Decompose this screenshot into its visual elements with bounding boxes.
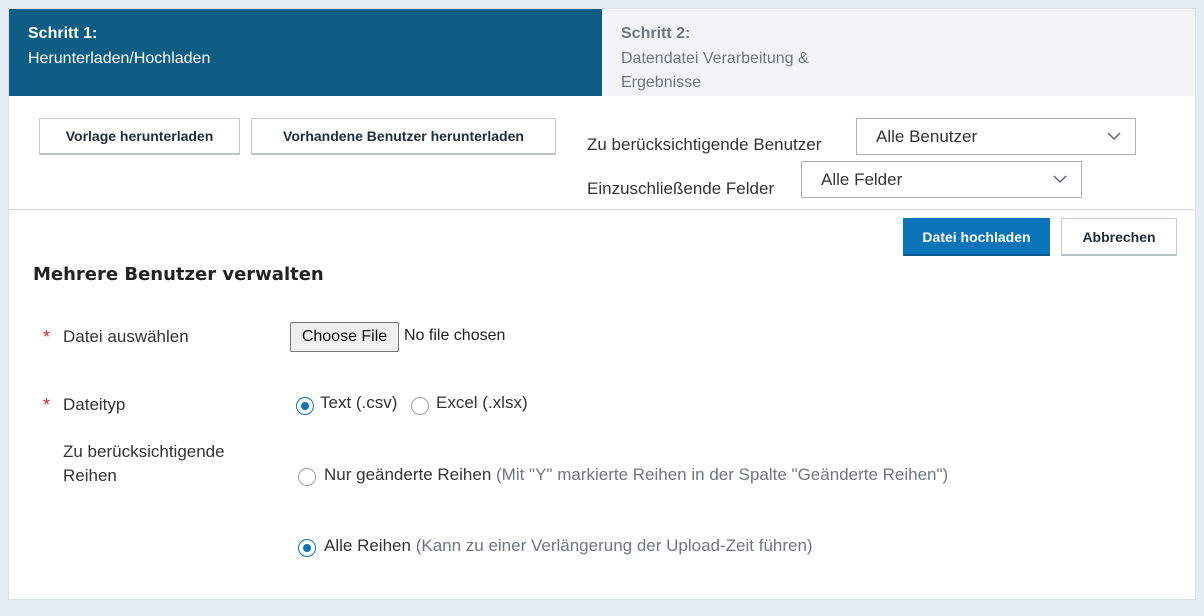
rows-all-label: Alle Reihen xyxy=(324,536,411,555)
step-1-tab[interactable]: Schritt 1: Herunterladen/Hochladen xyxy=(9,9,602,96)
file-type-xlsx-label[interactable]: Excel (.xlsx) xyxy=(436,393,528,413)
file-status-text: No file chosen xyxy=(404,327,506,344)
users-filter-value: Alle Benutzer xyxy=(876,127,978,146)
rows-changed-label: Nur geänderte Reihen xyxy=(324,465,492,484)
bulk-user-manager-panel: Schritt 1: Herunterladen/Hochladen Schri… xyxy=(8,8,1196,600)
rows-changed-radio[interactable] xyxy=(298,468,316,486)
download-template-button[interactable]: Vorlage herunterladen xyxy=(39,118,240,155)
users-filter-select[interactable]: Alle Benutzer xyxy=(856,118,1136,155)
rows-all-radio[interactable] xyxy=(298,539,316,557)
rows-changed-option[interactable]: Nur geänderte Reihen (Mit "Y" markierte … xyxy=(324,465,948,485)
chevron-down-icon xyxy=(1107,132,1121,140)
download-existing-users-button[interactable]: Vorhandene Benutzer herunterladen xyxy=(251,118,556,155)
download-toolbar: Vorlage herunterladen Vorhandene Benutze… xyxy=(9,96,1195,210)
fields-filter-select[interactable]: Alle Felder xyxy=(801,161,1082,198)
users-filter-label: Zu berücksichtigende Benutzer xyxy=(587,135,822,154)
section-title: Mehrere Benutzer verwalten xyxy=(33,264,324,285)
step-header: Schritt 1: Herunterladen/Hochladen Schri… xyxy=(9,9,1195,96)
cancel-button[interactable]: Abbrechen xyxy=(1061,218,1177,256)
required-marker: * xyxy=(43,327,51,347)
rows-all-option[interactable]: Alle Reihen (Kann zu einer Verlängerung … xyxy=(324,536,813,556)
file-type-label: Dateityp xyxy=(63,395,126,414)
required-marker: * xyxy=(43,395,51,415)
chevron-down-icon xyxy=(1053,175,1067,183)
rows-scope-label: Zu berücksichtigende Reihen xyxy=(63,442,225,485)
rows-changed-note: (Mit "Y" markierte Reihen in der Spalte … xyxy=(496,465,949,484)
step-2-tab[interactable]: Schritt 2: Datendatei Verarbeitung & Erg… xyxy=(602,9,1195,96)
file-type-csv-radio[interactable] xyxy=(296,397,314,415)
rows-all-note: (Kann zu einer Verlängerung der Upload-Z… xyxy=(415,536,813,555)
step-1-title: Schritt 1: xyxy=(28,25,98,42)
step-1-description: Herunterladen/Hochladen xyxy=(28,50,211,67)
fields-filter-label: Einzuschließende Felder xyxy=(587,179,775,198)
choose-file-button[interactable]: Choose File xyxy=(290,322,399,352)
fields-filter-value: Alle Felder xyxy=(821,170,903,189)
file-select-label: Datei auswählen xyxy=(63,327,189,346)
upload-file-button[interactable]: Datei hochladen xyxy=(903,218,1050,256)
step-2-title: Schritt 2: xyxy=(621,25,691,42)
file-type-xlsx-radio[interactable] xyxy=(411,397,429,415)
step-2-description: Datendatei Verarbeitung & Ergebnisse xyxy=(621,50,809,91)
file-type-csv-label[interactable]: Text (.csv) xyxy=(320,393,397,413)
